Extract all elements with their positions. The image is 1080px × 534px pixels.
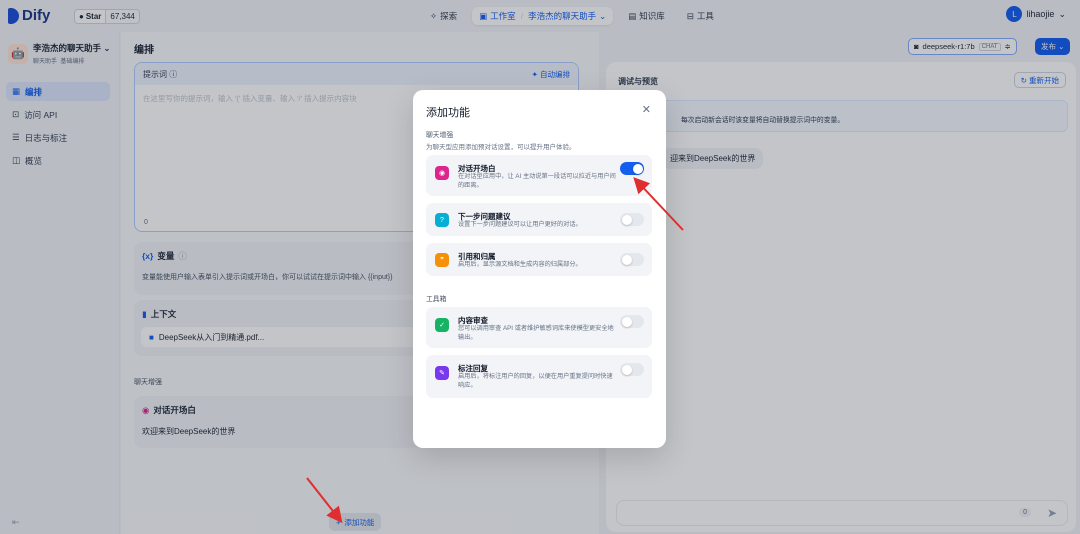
feature-desc: 在对话型应用中，让 AI 主动说第一段话可以拉近与用户间的距离。	[458, 173, 616, 189]
feature-toggle[interactable]	[620, 213, 644, 226]
feature-desc: 设置下一步问题建议可以让用户更好的对话。	[458, 221, 582, 228]
feature-opening-statement[interactable]: ◉ 对话开场白 在对话型应用中，让 AI 主动说第一段话可以拉近与用户间的距离。	[426, 155, 652, 196]
feature-toggle[interactable]	[620, 363, 644, 376]
annotation-icon: ✎	[435, 366, 449, 380]
toggle-knob	[621, 316, 632, 327]
feature-desc: 启用后，显示源文档和生成内容的归属部分。	[458, 261, 582, 268]
feature-suggested-questions[interactable]: ? 下一步问题建议 设置下一步问题建议可以让用户更好的对话。	[426, 203, 652, 236]
group-chat-enhance: 聊天增强	[426, 132, 454, 139]
group-chat-enhance-desc: 为聊天型应用添加预对话设置，可以提升用户体验。	[426, 144, 576, 151]
toggle-knob	[632, 163, 643, 174]
modal-title: 添加功能	[426, 107, 470, 119]
toggle-knob	[621, 214, 632, 225]
chat-question-icon: ?	[435, 213, 449, 227]
feature-toggle[interactable]	[620, 315, 644, 328]
message-smile-icon: ◉	[435, 166, 449, 180]
feature-citation[interactable]: ❞ 引用和归属 启用后，显示源文档和生成内容的归属部分。	[426, 243, 652, 276]
feature-desc: 启用后，将标注用户的回复，以便在用户重复提问时快速响应。	[458, 373, 613, 389]
feature-toggle[interactable]	[620, 162, 644, 175]
add-feature-modal: 添加功能 ✕ 聊天增强 为聊天型应用添加预对话设置，可以提升用户体验。 ◉ 对话…	[413, 90, 666, 448]
quote-icon: ❞	[435, 253, 449, 267]
group-toolbox: 工具箱	[426, 296, 447, 303]
feature-annotation-reply[interactable]: ✎ 标注回复 启用后，将标注用户的回复，以便在用户重复提问时快速响应。	[426, 355, 652, 398]
feature-moderation[interactable]: ✓ 内容审查 您可以调用审查 API 或者维护敏感词库来使模型更安全地输出。	[426, 307, 652, 348]
feature-desc: 您可以调用审查 API 或者维护敏感词库来使模型更安全地输出。	[458, 325, 614, 341]
feature-toggle[interactable]	[620, 253, 644, 266]
toggle-knob	[621, 364, 632, 375]
close-icon[interactable]: ✕	[642, 103, 651, 116]
shield-check-icon: ✓	[435, 318, 449, 332]
toggle-knob	[621, 254, 632, 265]
